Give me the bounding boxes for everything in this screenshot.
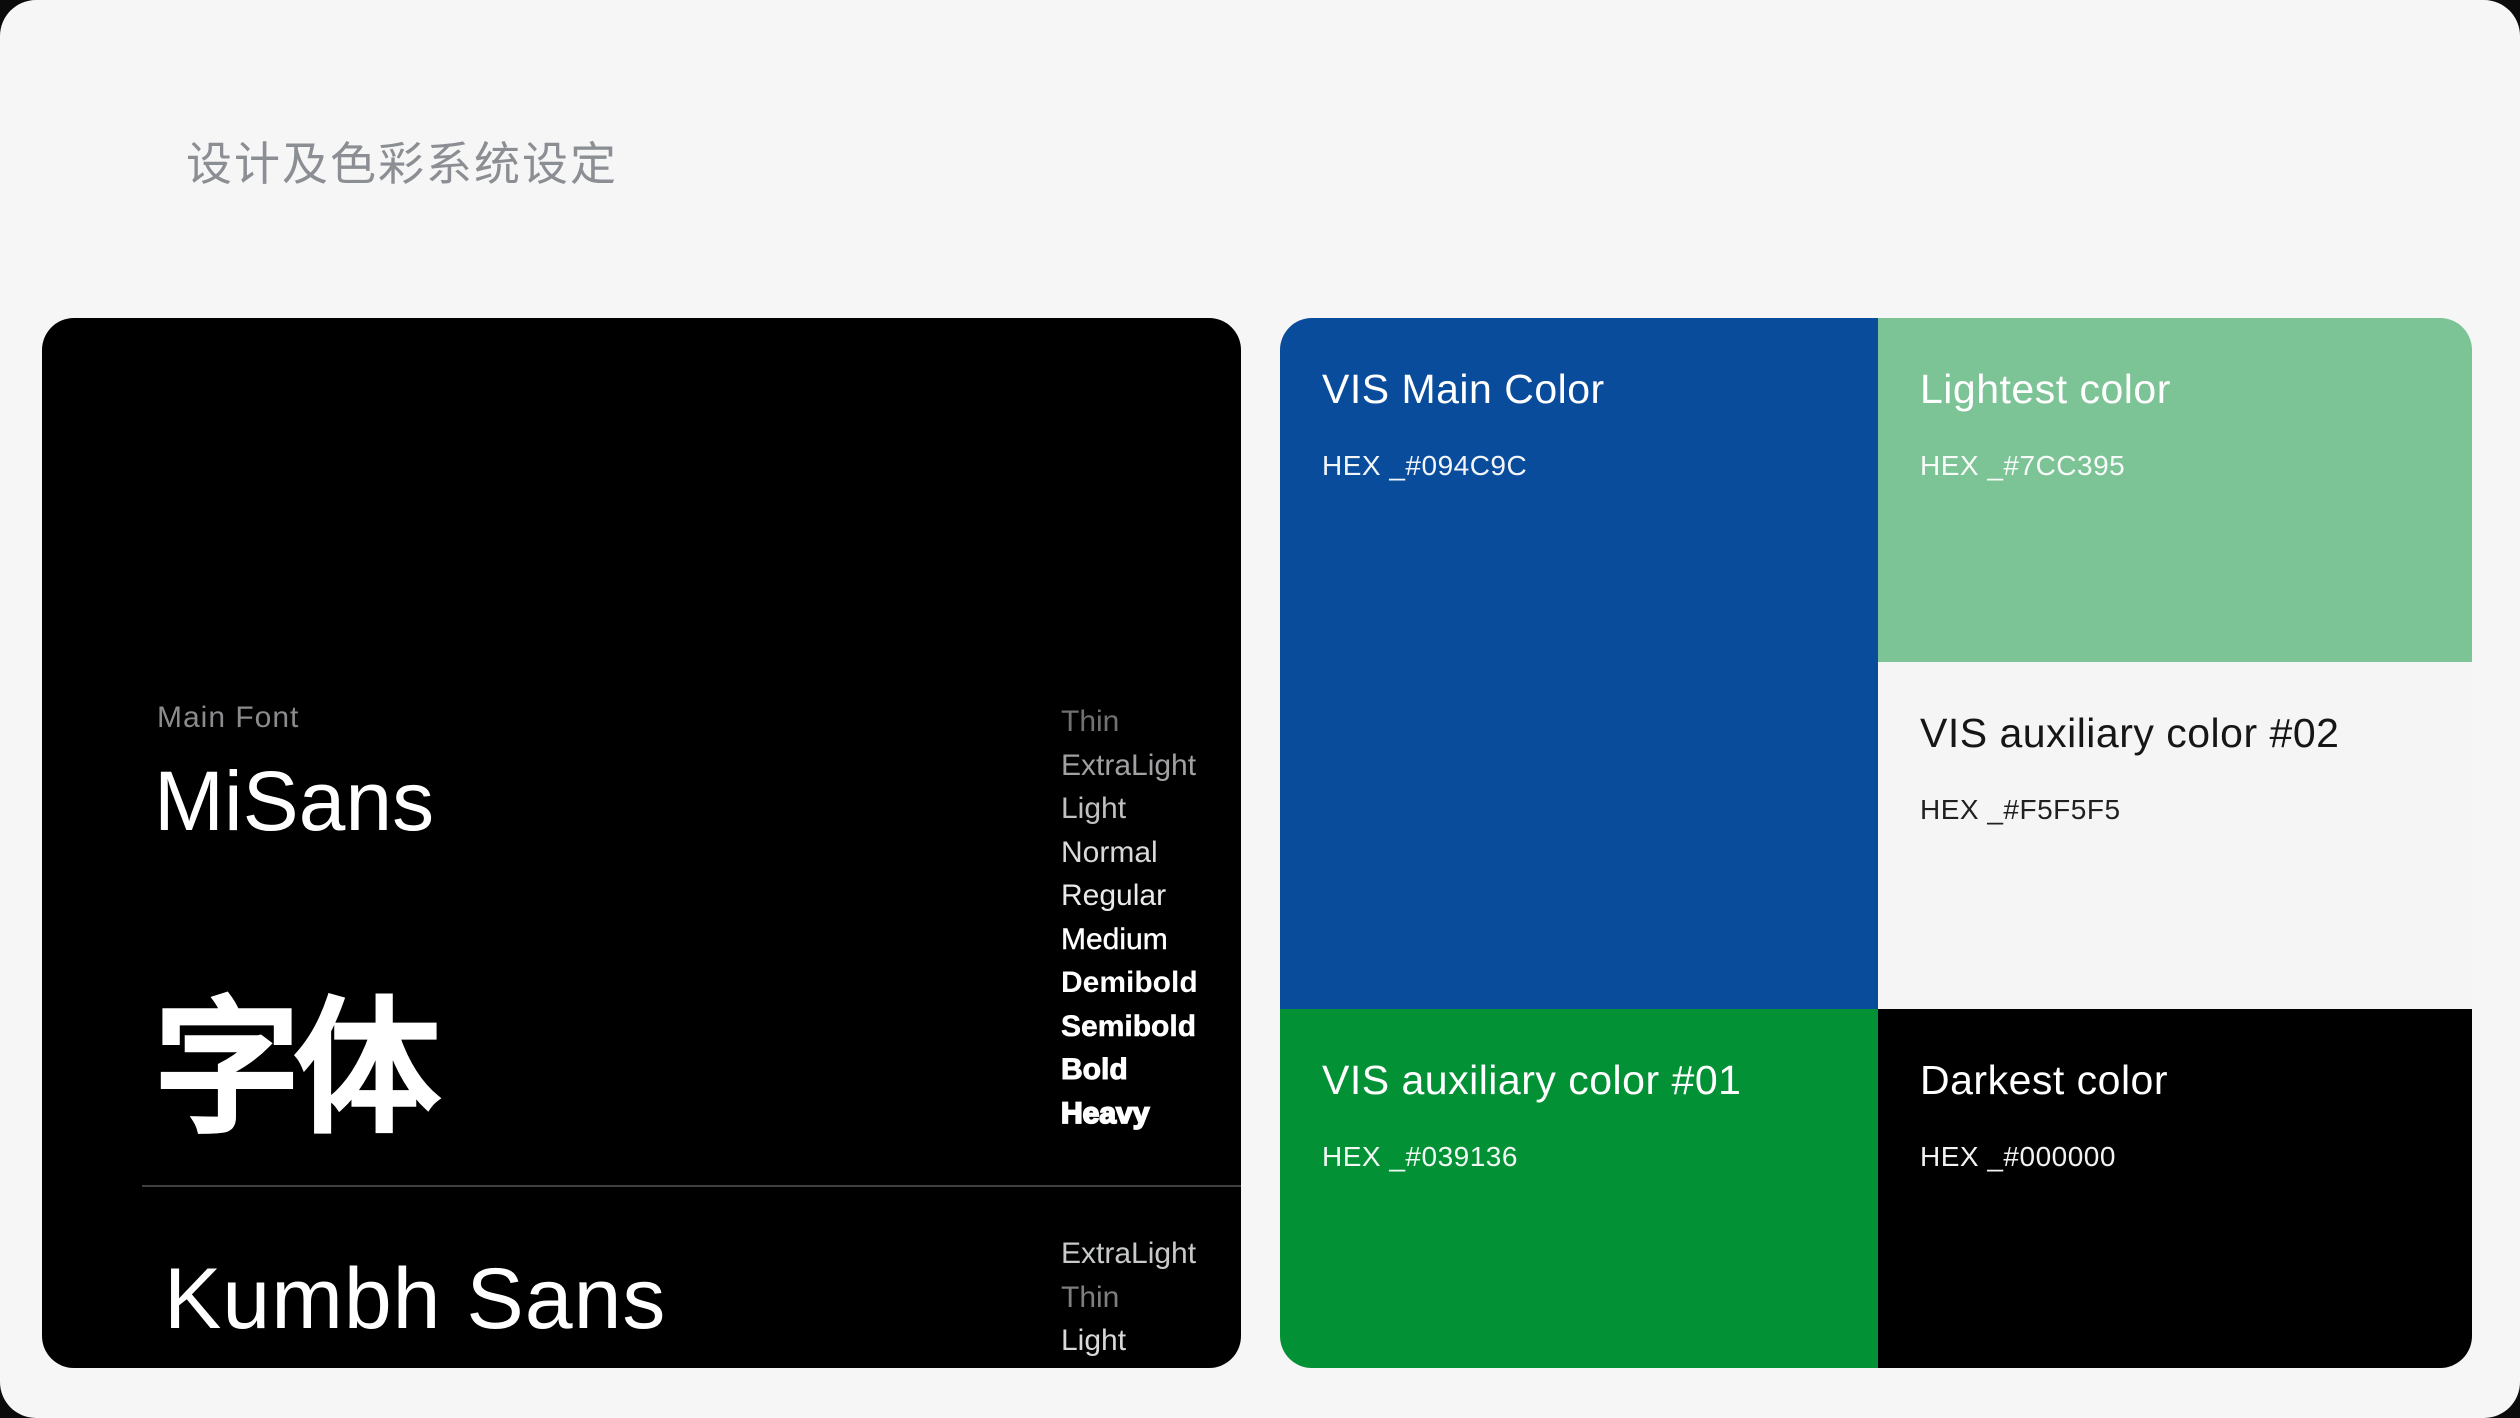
font-card-divider [142,1185,1241,1187]
weight-list-item: Thin [1061,700,1198,744]
page-title: 设计及色彩系统设定 [186,138,618,191]
weight-list-item: ExtraLight [1061,744,1198,788]
cjk-font-sample: 字体 [154,996,434,1142]
kumbh-weight-list: ExtraLight Thin Light Regular Medium Sem… [1061,1232,1203,1368]
slide-canvas: 设计及色彩系统设定 Main Font MiSans 字体 Thin Extra… [0,0,2520,1418]
color-card-darkest: Darkest color HEX _#000000 [1878,1009,2472,1368]
weight-list-item: Demibold [1061,961,1198,1005]
main-font-name: MiSans [154,759,434,843]
misans-weight-list: Thin ExtraLight Light Normal Regular Med… [1061,700,1198,1135]
color-card-aux02: VIS auxiliary color #02 HEX _#F5F5F5 [1878,662,2472,1009]
color-card-title: VIS Main Color [1322,366,1836,412]
color-card-hex: HEX _#094C9C [1322,450,1836,482]
weight-list-item: Light [1061,787,1198,831]
color-card-title: Darkest color [1920,1057,2430,1103]
color-card-hex: HEX _#7CC395 [1920,450,2430,482]
weight-list-item: Semibold [1061,1005,1198,1049]
weight-list-item: Heavy [1061,1092,1198,1136]
font-spec-card: Main Font MiSans 字体 Thin ExtraLight Ligh… [42,318,1241,1368]
weight-list-item: Thin [1061,1276,1203,1320]
weight-list-item: Light [1061,1319,1203,1363]
color-card-main: VIS Main Color HEX _#094C9C [1280,318,1878,1009]
color-card-title: Lightest color [1920,366,2430,412]
color-card-aux01: VIS auxiliary color #01 HEX _#039136 [1280,1009,1878,1368]
secondary-font-name: Kumbh Sans [164,1256,666,1342]
color-card-hex: HEX _#039136 [1322,1141,1836,1173]
color-card-hex: HEX _#F5F5F5 [1920,794,2430,826]
weight-list-item: Regular [1061,1363,1203,1369]
weight-list-item: Normal [1061,831,1198,875]
weight-list-item: Medium [1061,918,1198,962]
weight-list-item: Regular [1061,874,1198,918]
main-font-label: Main Font [157,703,299,733]
color-system-grid: VIS Main Color HEX _#094C9C Lightest col… [1280,318,2472,1368]
weight-list-item: ExtraLight [1061,1232,1203,1276]
weight-list-item: Bold [1061,1048,1198,1092]
color-card-lightest: Lightest color HEX _#7CC395 [1878,318,2472,662]
color-card-title: VIS auxiliary color #02 [1920,710,2430,756]
color-card-title: VIS auxiliary color #01 [1322,1057,1836,1103]
color-card-hex: HEX _#000000 [1920,1141,2430,1173]
